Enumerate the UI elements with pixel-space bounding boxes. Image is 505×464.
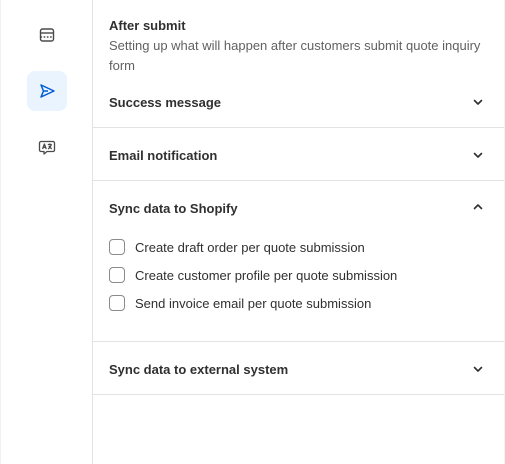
section-email-notification: Email notification xyxy=(93,128,504,181)
rail-item-form[interactable] xyxy=(27,15,67,55)
side-rail xyxy=(1,0,93,464)
checkbox[interactable] xyxy=(109,239,125,255)
form-icon xyxy=(38,26,56,44)
section-title: Sync data to Shopify xyxy=(109,201,238,216)
option-create-draft-order[interactable]: Create draft order per quote submission xyxy=(109,238,365,256)
chevron-down-icon xyxy=(471,148,485,162)
section-sync-shopify: Sync data to Shopify Create draft order … xyxy=(93,181,504,342)
after-submit-content: After submit Setting up what will happen… xyxy=(93,0,504,464)
chevron-down-icon xyxy=(471,362,485,376)
rail-item-translation[interactable] xyxy=(27,127,67,167)
option-send-invoice-email[interactable]: Send invoice email per quote submission xyxy=(109,294,371,312)
option-label: Send invoice email per quote submission xyxy=(135,295,372,311)
section-sync-external: Sync data to external system xyxy=(93,342,504,395)
success-message-toggle[interactable]: Success message xyxy=(93,80,504,127)
section-title: Sync data to external system xyxy=(109,362,289,377)
send-icon xyxy=(38,82,56,100)
page-description: Setting up what will happen after custom… xyxy=(109,38,481,73)
chevron-up-icon xyxy=(471,200,485,214)
option-create-customer-profile[interactable]: Create customer profile per quote submis… xyxy=(109,266,397,284)
email-notification-toggle[interactable]: Email notification xyxy=(93,128,504,180)
option-label: Create customer profile per quote submis… xyxy=(135,267,398,283)
option-label: Create draft order per quote submission xyxy=(135,239,365,255)
page-title: After submit xyxy=(109,18,186,33)
sync-external-toggle[interactable]: Sync data to external system xyxy=(93,342,504,394)
translate-icon xyxy=(38,138,56,156)
sync-shopify-toggle[interactable]: Sync data to Shopify xyxy=(93,181,504,233)
checkbox[interactable] xyxy=(109,267,125,283)
section-title: Success message xyxy=(109,95,222,110)
checkbox[interactable] xyxy=(109,295,125,311)
section-success-message: Success message xyxy=(93,80,504,128)
section-title: Email notification xyxy=(109,148,218,163)
section-header: After submit Setting up what will happen… xyxy=(109,17,489,76)
chevron-down-icon xyxy=(471,95,485,109)
settings-panel: After submit Setting up what will happen… xyxy=(1,0,504,464)
rail-item-after-submit[interactable] xyxy=(27,71,67,111)
